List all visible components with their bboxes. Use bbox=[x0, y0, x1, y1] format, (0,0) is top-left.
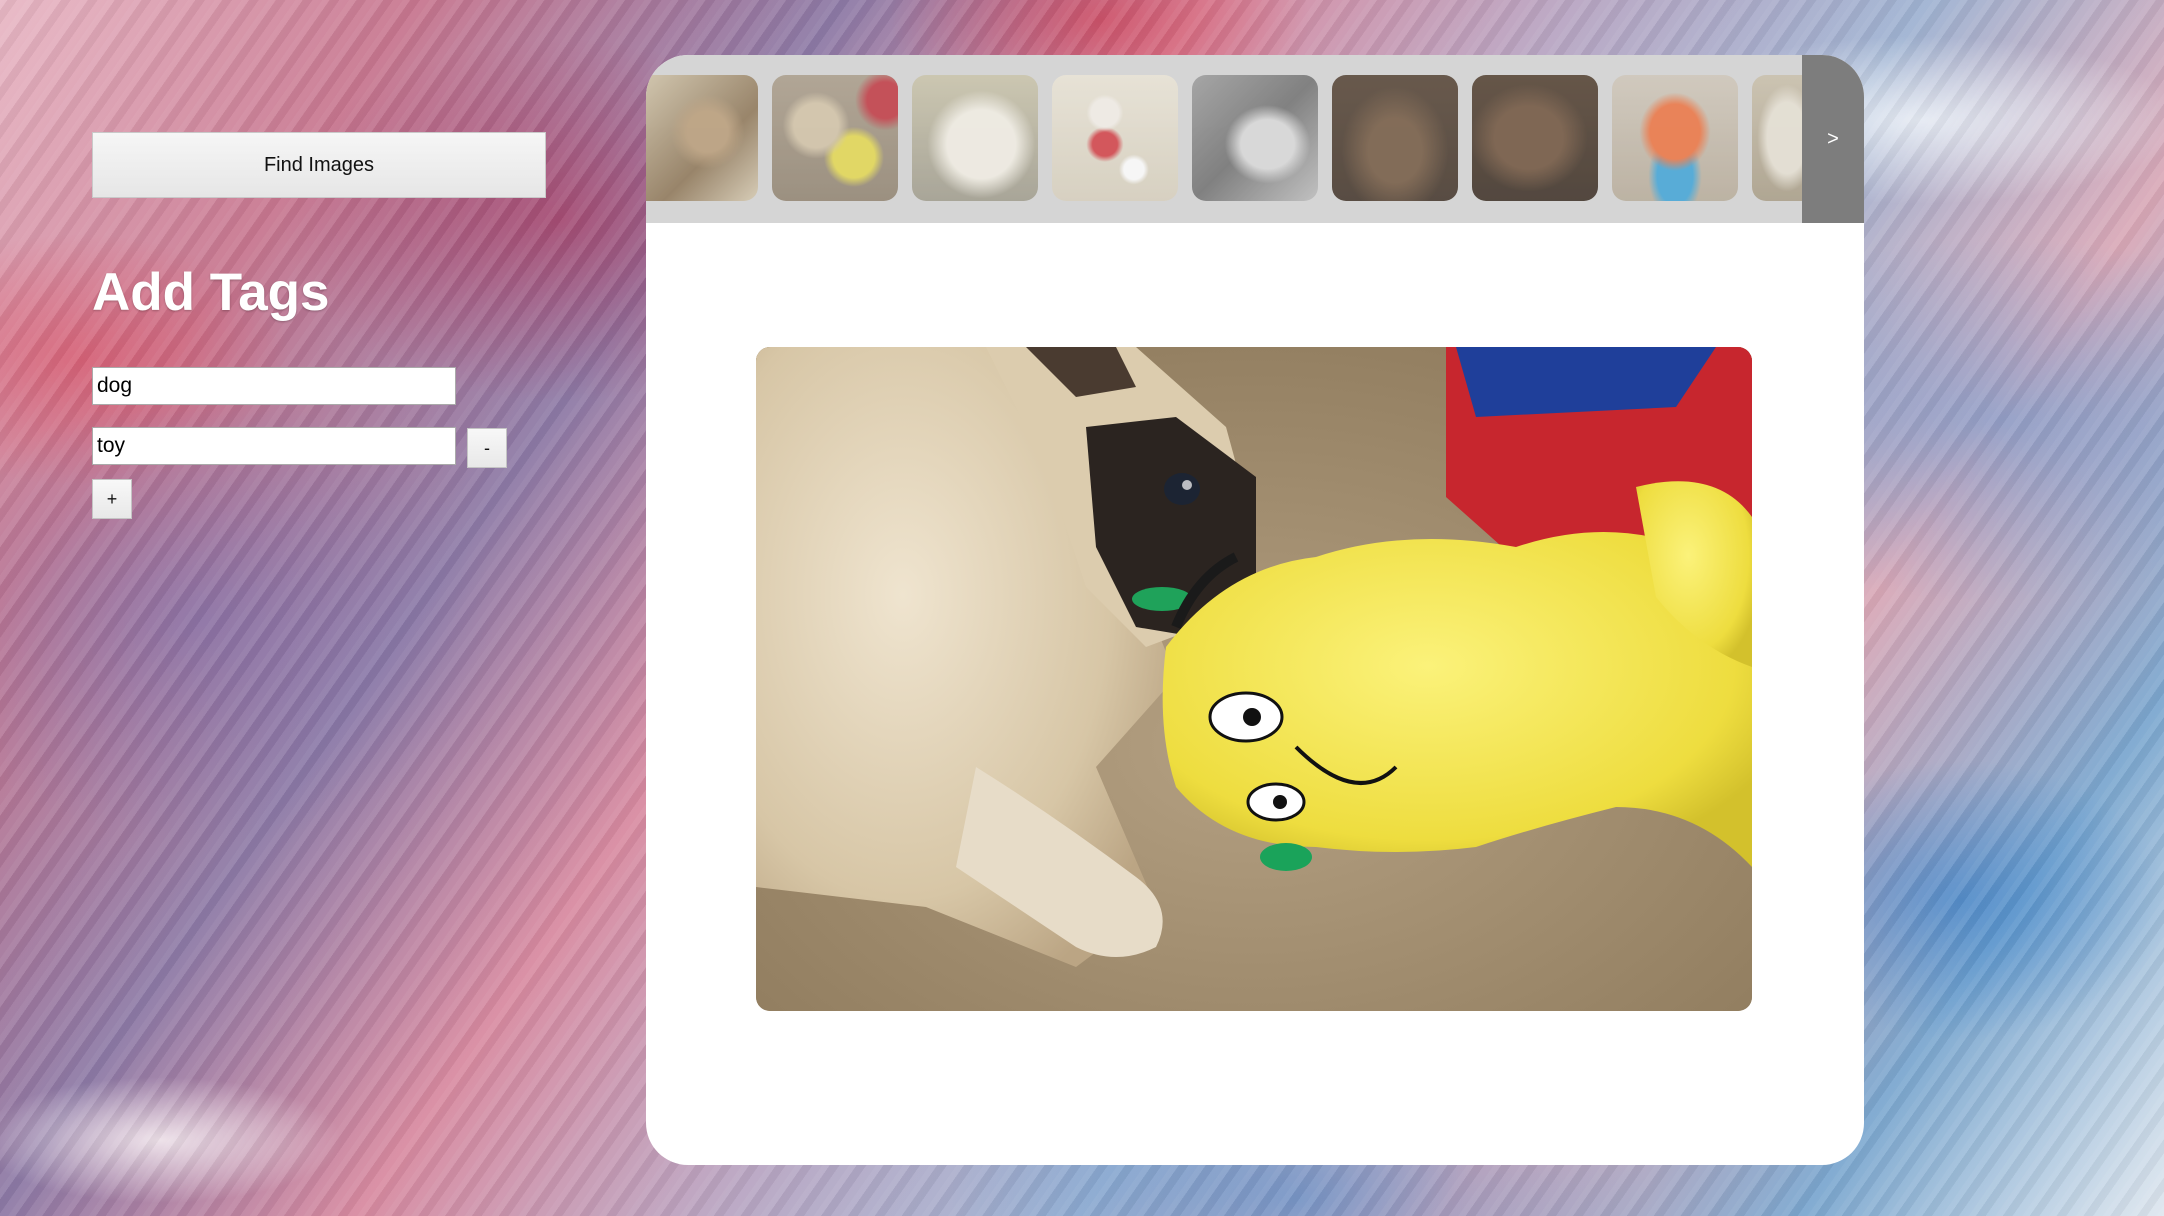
thumbnail-4[interactable] bbox=[1052, 75, 1178, 201]
thumbnail-image-5 bbox=[1192, 75, 1318, 201]
image-viewer-panel: > bbox=[646, 55, 1864, 1165]
thumbnail-8[interactable] bbox=[1612, 75, 1738, 201]
thumbnail-image-8 bbox=[1612, 75, 1738, 201]
thumbnail-image-3 bbox=[912, 75, 1038, 201]
find-images-button[interactable]: Find Images bbox=[92, 132, 546, 198]
thumbnail-9[interactable] bbox=[1752, 75, 1802, 201]
thumbnail-image-4 bbox=[1052, 75, 1178, 201]
next-thumbnails-button[interactable]: > bbox=[1802, 55, 1864, 223]
thumbnail-5[interactable] bbox=[1192, 75, 1318, 201]
thumbnail-image-7 bbox=[1472, 75, 1598, 201]
thumbnail-3[interactable] bbox=[912, 75, 1038, 201]
thumbnail-strip[interactable]: > bbox=[646, 55, 1864, 223]
thumbnail-1[interactable] bbox=[646, 75, 758, 201]
add-tag-button[interactable]: + bbox=[92, 479, 132, 519]
thumbnail-image-2 bbox=[772, 75, 898, 201]
add-tags-heading: Add Tags bbox=[92, 263, 330, 322]
thumbnail-2[interactable] bbox=[772, 75, 898, 201]
tag-input-toy[interactable] bbox=[92, 427, 456, 465]
thumbnail-6[interactable] bbox=[1332, 75, 1458, 201]
thumbnail-image-6 bbox=[1332, 75, 1458, 201]
remove-tag-button[interactable]: - bbox=[467, 428, 507, 468]
tag-input-dog[interactable] bbox=[92, 367, 456, 405]
main-image bbox=[756, 347, 1752, 1011]
thumbnail-image-9 bbox=[1752, 75, 1802, 201]
pug-with-toy-illustration bbox=[756, 347, 1752, 1011]
thumbnail-7[interactable] bbox=[1472, 75, 1598, 201]
thumbnail-image-1 bbox=[646, 75, 758, 201]
